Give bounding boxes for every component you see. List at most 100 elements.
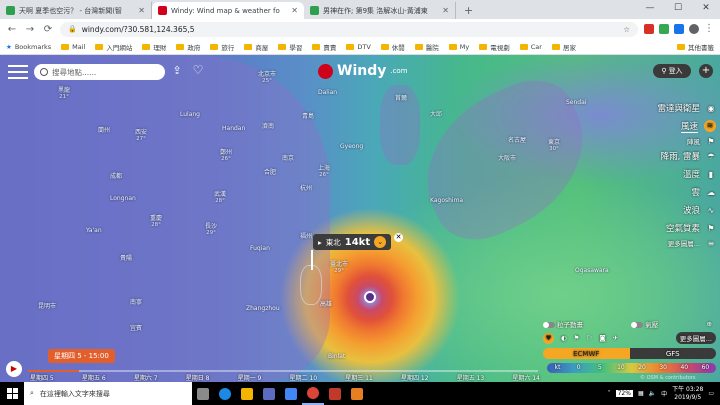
taskbar-search-input[interactable]: ⌕ 在這裡輸入文字來搜尋 <box>24 382 192 405</box>
city-label[interactable]: Ya'an <box>86 227 102 234</box>
bookmark-item[interactable]: 學習 <box>278 42 302 52</box>
bookmarks-button[interactable]: ★ Bookmarks <box>6 43 51 51</box>
tab-close-icon[interactable]: ✕ <box>291 6 298 15</box>
city-label[interactable]: Dalian <box>318 89 337 96</box>
pressure-icon[interactable]: ◐ <box>561 334 567 342</box>
city-label[interactable]: Gyeong <box>340 143 363 150</box>
layer-item[interactable]: 雲 ☁ <box>600 183 720 201</box>
city-label[interactable]: 南京 <box>282 155 294 162</box>
wind-popup[interactable]: ▸ 東北 14kt ⌄ <box>313 234 392 250</box>
bookmark-item[interactable]: DTV <box>346 42 371 52</box>
taskbar-app[interactable] <box>280 382 302 405</box>
bookmark-item[interactable]: 休閒 <box>380 42 405 52</box>
extension-icon[interactable] <box>644 24 654 34</box>
close-popup-icon[interactable]: ✕ <box>394 233 403 242</box>
ime-icon[interactable]: 中 <box>661 389 667 398</box>
city-label[interactable]: 大邱 <box>430 111 442 118</box>
city-label[interactable]: Longnan <box>110 195 136 202</box>
city-label[interactable]: Kagoshima <box>430 197 463 204</box>
timeline-day[interactable]: 星期四 5 <box>30 373 54 382</box>
back-icon[interactable]: ← <box>6 24 18 35</box>
city-label[interactable]: 上海 26° <box>318 165 330 179</box>
url-bar[interactable]: 🔒 windy.com/?30.581,124.365,5 ☆ <box>60 21 638 37</box>
layer-item[interactable]: 陣風 ⚑ <box>600 135 720 147</box>
city-label[interactable]: 貴陽 <box>120 255 132 262</box>
tab-close-icon[interactable]: ✕ <box>138 6 145 15</box>
model-ecmwf-button[interactable]: ECMWF <box>543 348 630 359</box>
city-label[interactable]: 濟南 <box>262 123 274 130</box>
city-label[interactable]: 黑龍 21° <box>58 87 70 101</box>
city-label[interactable]: 長沙 29° <box>205 223 217 237</box>
city-label[interactable]: 杭州 <box>300 185 312 192</box>
share-icon[interactable]: ⇪ <box>170 64 184 78</box>
timeline-day[interactable]: 星期二 10 <box>290 373 318 382</box>
timeline-day[interactable]: 星期六 14 <box>512 373 540 382</box>
timeline-day[interactable]: 星期四 12 <box>401 373 429 382</box>
bookmark-item[interactable]: 政府 <box>176 42 200 52</box>
city-label[interactable]: 福州 <box>300 233 312 240</box>
pressure-toggle[interactable]: 氣壓 <box>631 319 658 329</box>
layer-item[interactable]: 更多圖層... ≡ <box>600 237 720 249</box>
browser-tab[interactable]: 男神在作; 第9集 洛解冰山-黃浦東 ✕ <box>304 2 456 19</box>
bookmark-item[interactable]: 商屋 <box>244 42 268 52</box>
browser-tab[interactable]: Windy: Wind map & weather fo ✕ <box>152 2 304 19</box>
city-label[interactable]: 合肥 <box>264 169 276 176</box>
city-label[interactable]: 北京市 25° <box>258 71 276 85</box>
new-tab-button[interactable]: + <box>456 2 481 19</box>
start-button[interactable] <box>0 382 24 405</box>
city-label[interactable]: 首爾 <box>395 95 407 102</box>
play-icon[interactable]: ▶ <box>6 361 22 377</box>
timeline-track[interactable] <box>28 370 538 372</box>
other-bookmarks[interactable]: 其他書籤 <box>677 42 714 52</box>
model-gfs-button[interactable]: GFS <box>629 348 716 359</box>
taskbar-app[interactable] <box>192 382 214 405</box>
timeline-day[interactable]: 星期三 11 <box>345 373 373 382</box>
timeline-day[interactable]: 星期日 8 <box>186 373 210 382</box>
layer-item[interactable]: 風速 ≋ <box>600 117 720 135</box>
city-label[interactable]: 重慶 28° <box>150 215 162 229</box>
camera-icon[interactable]: ◙ <box>599 334 605 342</box>
bookmark-item[interactable]: Mail <box>61 42 85 52</box>
taskbar-app[interactable] <box>258 382 280 405</box>
particles-toggle[interactable]: 粒子動畫 <box>543 319 583 329</box>
city-label[interactable]: 高雄 <box>320 301 332 308</box>
timeline-day[interactable]: 星期六 7 <box>134 373 158 382</box>
bookmark-item[interactable]: 電視劇 <box>479 42 510 52</box>
timeline-day[interactable]: 星期一 9 <box>238 373 262 382</box>
city-label[interactable]: 青島 <box>302 113 314 120</box>
city-label[interactable]: Sendai <box>566 99 586 106</box>
current-time-label[interactable]: 星期四 5 - 15:00 <box>48 349 115 363</box>
menu-dots-icon[interactable]: ⋮ <box>704 24 714 34</box>
bookmark-item[interactable]: 賣賣 <box>312 42 336 52</box>
heart-icon[interactable]: ♥ <box>543 332 554 344</box>
city-label[interactable]: 宜賓 <box>130 325 142 332</box>
lock-icon[interactable]: 🔒 <box>68 25 77 33</box>
city-label[interactable]: 南寧 <box>130 299 142 306</box>
layer-item[interactable]: 空氣質素 ⚑ <box>600 219 720 237</box>
ime-indicator[interactable]: 72% <box>615 390 633 397</box>
reload-icon[interactable]: ⟳ <box>42 24 54 35</box>
city-label[interactable]: 蘭州 <box>98 127 110 134</box>
layer-item[interactable]: 溫度 ▮ <box>600 165 720 183</box>
city-label[interactable]: 鄭州 26° <box>220 149 232 163</box>
layer-item[interactable]: 雷達與衛星 ◉ <box>600 99 720 117</box>
layer-item[interactable]: 波浪 ∿ <box>600 201 720 219</box>
target-icon[interactable]: ⊕ <box>707 320 712 328</box>
windy-logo[interactable]: Windy .com <box>318 63 408 79</box>
city-label[interactable]: 名古屋 <box>508 137 526 144</box>
maximize-icon[interactable]: ☐ <box>664 0 692 19</box>
menu-icon[interactable] <box>8 65 28 79</box>
plane-icon[interactable]: ✈ <box>613 334 618 342</box>
timeline-day[interactable]: 星期五 13 <box>457 373 485 382</box>
taskbar-app[interactable] <box>346 382 368 405</box>
taskbar-app[interactable] <box>324 382 346 405</box>
taskbar-app[interactable] <box>214 382 236 405</box>
city-label[interactable]: 東京 30° <box>548 139 560 153</box>
volume-icon[interactable]: 🔈 <box>649 390 656 397</box>
weather-map[interactable]: Ulaanbaatar北京市25°Dalian首爾Sendai黑龍21°Lula… <box>0 55 720 382</box>
city-label[interactable]: Lulang <box>180 111 200 118</box>
flag-icon[interactable]: ⚑ <box>574 334 580 342</box>
bookmark-item[interactable]: 旅行 <box>210 42 234 52</box>
login-button[interactable]: ⚲ 登入 <box>653 64 691 78</box>
more-layers-button[interactable]: 更多圖層... <box>675 332 716 344</box>
